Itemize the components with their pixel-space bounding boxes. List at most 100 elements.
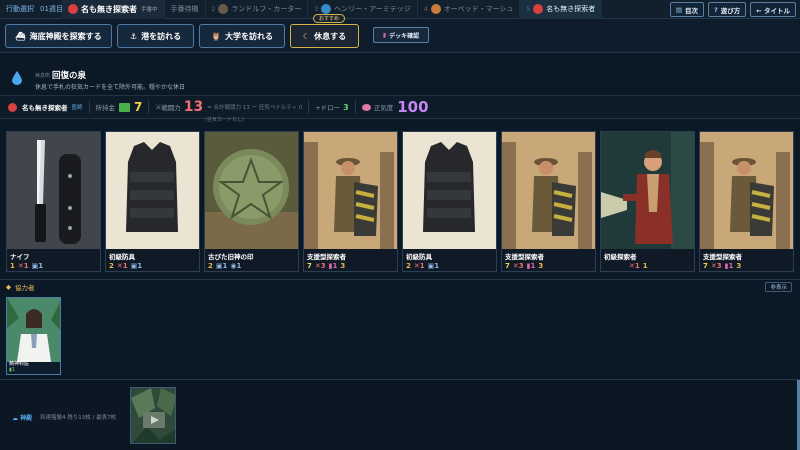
- top-right-buttons: ▤ 目次 ? 遊び方 ← タイトル: [669, 2, 796, 17]
- card-stat: ▮1: [724, 262, 734, 270]
- card-basic-explorer[interactable]: 初級探索者 ✕1 1: [600, 131, 695, 272]
- tab-label: 手番待機: [170, 5, 199, 13]
- card-name: 初級防具: [109, 253, 135, 261]
- anchor-icon: ⚓: [129, 31, 138, 41]
- visit-port-button[interactable]: ⚓ 港を訪れる: [117, 24, 194, 48]
- rest-button[interactable]: ☾ 休息する: [290, 24, 359, 48]
- how-to-play-button[interactable]: ? 遊び方: [708, 2, 747, 17]
- question-icon: ?: [714, 5, 718, 14]
- tab-waiting[interactable]: 手番待機: [165, 0, 206, 19]
- card-support-explorer[interactable]: 支援型探索者 7 ✕3 ▮1 3: [501, 131, 596, 272]
- card-basic-armor[interactable]: 初級防具 2 ✕1 ▣1: [402, 131, 497, 272]
- top-bar: 行動選択 01週目 名も無き探索者 手番中 手番待機 2 ランドルフ・カーター 3 …: [0, 0, 800, 19]
- phase-label: 行動選択: [6, 5, 34, 13]
- ally-toggle-button[interactable]: 非表示: [765, 282, 792, 292]
- card-stat: 1: [642, 262, 648, 270]
- card-name: 初級探索者: [604, 253, 637, 261]
- book-stack-icon: [321, 4, 332, 14]
- ship-icon: ⛴: [15, 31, 26, 41]
- card-name: 古びた旧神の印: [208, 253, 254, 261]
- card-stat: ✕3: [512, 262, 524, 270]
- location-name: 回復の泉: [52, 71, 87, 81]
- card-stat: ▣1: [427, 262, 440, 270]
- ally-header: ◆ 協力者 非表示: [0, 279, 800, 293]
- sanity-label: 正気度: [373, 104, 394, 112]
- tab-label: 名も無き探索者: [81, 4, 137, 14]
- card-stats: ✕1 1: [629, 262, 648, 270]
- card-stat: ▣1: [215, 262, 228, 270]
- owl-icon: 🦉: [211, 31, 221, 41]
- pawn-icon: [218, 4, 229, 14]
- divider: [354, 101, 356, 113]
- card-elder-sign[interactable]: 古びた旧神の印 2 ▣1 ◉1: [204, 131, 299, 272]
- button-label: 目次: [685, 6, 698, 15]
- draw-label: +ドロー: [315, 104, 341, 112]
- card-stat: 7: [307, 262, 312, 270]
- armor-art: [106, 132, 199, 249]
- tab-player-2[interactable]: 2 ランドルフ・カーター: [206, 0, 309, 19]
- card-stat: ✕3: [710, 262, 722, 270]
- card-stats: 2 ✕1 ▣1: [406, 262, 439, 270]
- explore-temple-button[interactable]: ⛴ 海底神殿を探索する: [5, 24, 112, 48]
- support-explorer-art: [304, 132, 397, 249]
- card-stats: 7 ✕3 ▮1 3: [703, 262, 741, 270]
- tab-label: 名も無き探索者: [546, 5, 596, 13]
- divider: [88, 101, 90, 113]
- card-stats: 1 ✕1 ▣1: [10, 262, 43, 270]
- tab-number: 5: [526, 5, 531, 13]
- recommend-badge: おすすめ: [313, 14, 346, 23]
- fish-icon: [430, 4, 441, 14]
- card-knife[interactable]: ナイフ 1 ✕1 ▣1: [6, 131, 101, 272]
- money-icon: [119, 102, 131, 112]
- card-stat: 3: [538, 262, 544, 270]
- psychiatrist-art: [7, 298, 60, 362]
- tab-current-player[interactable]: 名も無き探索者 手番中: [62, 0, 165, 19]
- card-name: ナイフ: [10, 253, 30, 261]
- card-stats: 2 ▣1 ◉1: [208, 262, 241, 270]
- card-stat: ▣1: [130, 262, 143, 270]
- water-drop-icon: [12, 71, 22, 85]
- card-basic-armor[interactable]: 初級防具 2 ✕1 ▣1: [105, 131, 200, 272]
- card-stat: 3: [340, 262, 346, 270]
- shrimp-icon: [533, 4, 544, 14]
- phase-indicator: 行動選択 01週目: [0, 4, 63, 14]
- tab-player-4[interactable]: 4 オーベッド・マーシュ: [418, 0, 521, 19]
- ally-card-stat: ▮1: [9, 367, 15, 373]
- week-label: 01週目: [40, 5, 63, 13]
- card-name: 支援型探索者: [505, 253, 544, 261]
- tab-player-5[interactable]: 5 名も無き探索者: [520, 0, 603, 19]
- contents-button[interactable]: ▤ 目次: [669, 2, 704, 17]
- money-value: 7: [134, 100, 143, 114]
- location-panel: 休息所 回復の泉 休息で手札の狂気カードを全て除外可能。穏やかな休日: [0, 64, 800, 94]
- support-explorer-art: [700, 132, 793, 249]
- card-support-explorer[interactable]: 支援型探索者 7 ✕3 ▮1 3: [699, 131, 794, 272]
- deck-icon: ▮: [382, 31, 387, 39]
- tab-note: 手番中: [141, 7, 158, 13]
- card-stat: 1: [10, 262, 15, 270]
- power-value: 13: [183, 99, 204, 115]
- deck-check-button[interactable]: ▮ デッキ確認: [373, 27, 429, 43]
- elder-sign-art: [205, 132, 298, 249]
- money-label: 所持金: [95, 104, 116, 112]
- button-label: 休息する: [314, 31, 347, 41]
- button-label: 港を訪れる: [141, 31, 182, 41]
- support-explorer-art: [502, 132, 595, 249]
- card-support-explorer[interactable]: 支援型探索者 7 ✕3 ▮1 3: [303, 131, 398, 272]
- ally-card-psychiatrist[interactable]: 精神科医 ▮1: [6, 297, 61, 375]
- character-role: 医師: [71, 105, 83, 111]
- card-stat: ✕1: [413, 262, 425, 270]
- temple-card-back[interactable]: [130, 387, 176, 444]
- status-bar: 名も無き探索者 医師 所持金 7 ⚔ 戦闘力 13 = 合計戦闘力 13 ー 狂…: [0, 95, 800, 119]
- card-stat: ▮1: [526, 262, 536, 270]
- temple-label: ☁ 神殿: [12, 413, 32, 422]
- draw-value: 3: [343, 102, 349, 112]
- eldritch-card-art: [131, 388, 175, 443]
- location-category: 休息所: [35, 73, 51, 79]
- card-stat: ✕1: [116, 262, 128, 270]
- divider: [308, 101, 310, 113]
- shield-icon: ◆: [6, 282, 11, 291]
- card-name: 初級防具: [406, 253, 432, 261]
- visit-university-button[interactable]: 🦉 大学を訪れる: [199, 24, 285, 48]
- title-button[interactable]: ← タイトル: [750, 2, 796, 17]
- power-label: 戦闘力: [161, 104, 181, 112]
